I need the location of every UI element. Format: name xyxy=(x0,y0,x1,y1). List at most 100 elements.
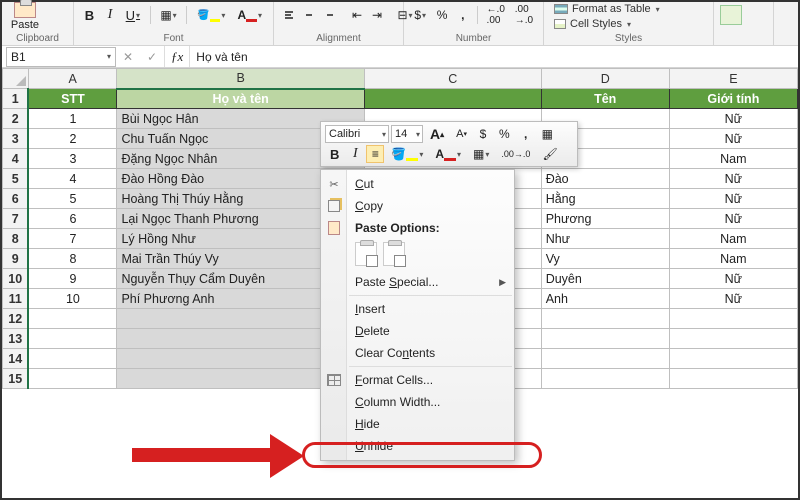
decrease-decimal-button[interactable]: .00→.0 xyxy=(511,6,537,24)
column-header-C[interactable]: C xyxy=(364,69,541,89)
fill-color-button[interactable]: 🪣▾ xyxy=(192,6,230,24)
cell-empty[interactable] xyxy=(28,329,117,349)
column-header-A[interactable]: A xyxy=(28,69,117,89)
cell-gioi-tinh[interactable]: Nam xyxy=(669,149,797,169)
italic-button[interactable]: I xyxy=(101,6,119,24)
cell-ten[interactable]: Hằng xyxy=(541,189,669,209)
select-all-corner[interactable] xyxy=(3,69,29,89)
border-button[interactable]: ▦▾ xyxy=(156,6,182,24)
cell-empty[interactable] xyxy=(541,309,669,329)
font-size-select[interactable]: 14▾ xyxy=(391,125,423,143)
italic-button[interactable]: I xyxy=(346,145,364,163)
row-header-1[interactable]: 1 xyxy=(3,89,29,109)
column-header-D[interactable]: D xyxy=(541,69,669,89)
border-button[interactable]: ▦▾ xyxy=(468,145,494,163)
increase-decimal-button[interactable]: ←.0.00 xyxy=(483,6,509,24)
cell-stt[interactable]: 3 xyxy=(28,149,117,169)
fill-color-button[interactable]: 🪣▾ xyxy=(386,145,428,163)
cell-gioi-tinh[interactable]: Nữ xyxy=(669,189,797,209)
name-box[interactable]: B1 ▾ xyxy=(6,47,116,67)
paste-option-keep-source[interactable] xyxy=(355,242,377,266)
comma-button[interactable]: , xyxy=(517,125,535,143)
paste-option-values[interactable] xyxy=(383,242,405,266)
percent-button[interactable]: % xyxy=(432,6,451,24)
cell-ten[interactable]: Vy xyxy=(541,249,669,269)
row-header-10[interactable]: 10 xyxy=(3,269,29,289)
font-name-select[interactable]: Calibri▾ xyxy=(325,125,389,143)
align-right-button[interactable] xyxy=(320,6,338,24)
row-header-11[interactable]: 11 xyxy=(3,289,29,309)
cell-gioi-tinh[interactable]: Nam xyxy=(669,249,797,269)
cell-stt[interactable]: 1 xyxy=(28,109,117,129)
cell-gioi-tinh[interactable]: Nữ xyxy=(669,129,797,149)
row-header-3[interactable]: 3 xyxy=(3,129,29,149)
menu-hide[interactable]: Hide xyxy=(349,413,512,435)
indent-decrease-button[interactable]: ⇤ xyxy=(348,6,366,24)
menu-format-cells[interactable]: Format Cells... xyxy=(349,369,512,391)
format-painter-button[interactable]: 🖌 xyxy=(537,145,562,163)
cell-empty[interactable] xyxy=(669,369,797,389)
menu-clear-contents[interactable]: Clear Contents xyxy=(349,342,512,364)
cell-ten[interactable]: Phương xyxy=(541,209,669,229)
row-header-2[interactable]: 2 xyxy=(3,109,29,129)
cell-gioi-tinh[interactable]: Nữ xyxy=(669,109,797,129)
header-cell[interactable] xyxy=(364,89,541,109)
row-header-13[interactable]: 13 xyxy=(3,329,29,349)
menu-column-width[interactable]: Column Width... xyxy=(349,391,512,413)
cell-stt[interactable]: 5 xyxy=(28,189,117,209)
cell-empty[interactable] xyxy=(669,309,797,329)
increase-font-button[interactable]: A▴ xyxy=(425,125,449,143)
cond-format-button[interactable]: ▦ xyxy=(537,125,558,143)
percent-button[interactable]: % xyxy=(494,125,515,143)
menu-delete[interactable]: Delete xyxy=(349,320,512,342)
bold-button[interactable]: B xyxy=(325,145,344,163)
cell-gioi-tinh[interactable]: Nam xyxy=(669,229,797,249)
cell-stt[interactable]: 6 xyxy=(28,209,117,229)
format-as-table-button[interactable]: Format as Table▾ xyxy=(550,2,664,16)
cell-gioi-tinh[interactable]: Nữ xyxy=(669,209,797,229)
cell-stt[interactable]: 4 xyxy=(28,169,117,189)
align-center-button[interactable] xyxy=(300,6,318,24)
cell-ten[interactable]: Đào xyxy=(541,169,669,189)
header-cell[interactable]: Tên xyxy=(541,89,669,109)
accounting-button[interactable]: $ xyxy=(474,125,492,143)
header-cell[interactable]: Họ và tên xyxy=(117,89,364,109)
bold-button[interactable]: B xyxy=(80,6,99,24)
row-header-8[interactable]: 8 xyxy=(3,229,29,249)
column-header-B[interactable]: B xyxy=(117,69,364,89)
cell-ten[interactable]: Như xyxy=(541,229,669,249)
row-header-5[interactable]: 5 xyxy=(3,169,29,189)
cell-styles-button[interactable]: Cell Styles▾ xyxy=(550,17,635,31)
indent-increase-button[interactable]: ⇥ xyxy=(368,6,386,24)
font-color-button[interactable]: A▾ xyxy=(430,145,466,163)
formula-value[interactable]: Họ và tên xyxy=(190,50,798,64)
cell-gioi-tinh[interactable]: Nữ xyxy=(669,289,797,309)
cell-gioi-tinh[interactable]: Nữ xyxy=(669,169,797,189)
row-header-7[interactable]: 7 xyxy=(3,209,29,229)
cell-empty[interactable] xyxy=(669,349,797,369)
underline-button[interactable]: U▾ xyxy=(121,6,145,24)
align-center-button[interactable]: ≡ xyxy=(366,145,384,163)
cell-stt[interactable]: 8 xyxy=(28,249,117,269)
cell-stt[interactable]: 10 xyxy=(28,289,117,309)
decrease-font-button[interactable]: A▾ xyxy=(451,125,472,143)
column-header-E[interactable]: E xyxy=(669,69,797,89)
header-cell[interactable]: STT xyxy=(28,89,117,109)
font-color-button[interactable]: A▾ xyxy=(232,6,267,24)
cell-stt[interactable]: 2 xyxy=(28,129,117,149)
menu-paste-special[interactable]: Paste Special...▶ xyxy=(349,271,512,293)
fx-button[interactable]: ƒx xyxy=(164,46,190,67)
cell-empty[interactable] xyxy=(28,349,117,369)
cell-empty[interactable] xyxy=(28,309,117,329)
insert-cells-button[interactable] xyxy=(720,5,742,25)
cell-gioi-tinh[interactable]: Nữ xyxy=(669,269,797,289)
cell-empty[interactable] xyxy=(28,369,117,389)
cell-empty[interactable] xyxy=(669,329,797,349)
row-header-6[interactable]: 6 xyxy=(3,189,29,209)
row-header-12[interactable]: 12 xyxy=(3,309,29,329)
align-left-button[interactable] xyxy=(280,6,298,24)
cell-stt[interactable]: 7 xyxy=(28,229,117,249)
decrease-decimal-button[interactable]: .00→.0 xyxy=(496,145,535,163)
accounting-button[interactable]: $▾ xyxy=(410,6,430,24)
row-header-4[interactable]: 4 xyxy=(3,149,29,169)
